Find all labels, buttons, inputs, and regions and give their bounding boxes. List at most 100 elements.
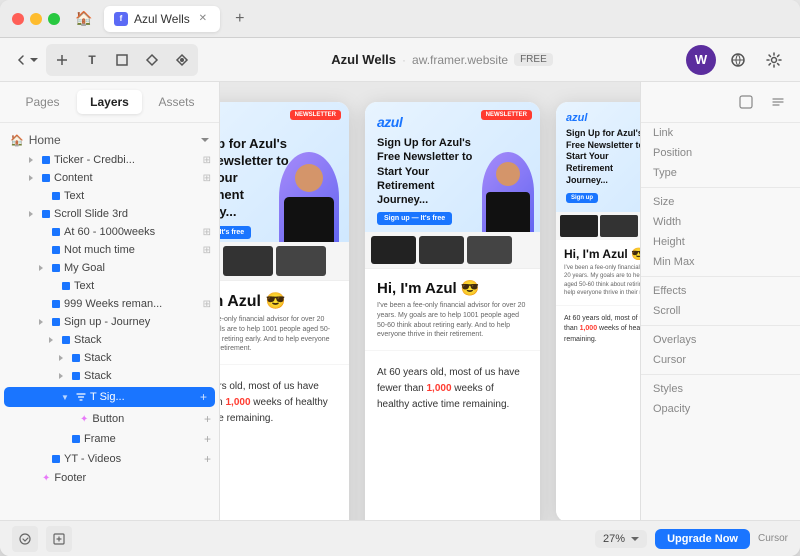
component-tool[interactable] — [138, 46, 166, 74]
left-sidebar: Pages Layers Assets 🏠 Home Ticker — [0, 82, 220, 520]
frame-content-1: azul NEWSLETTER Sign Up for Azul's Free … — [220, 102, 349, 520]
toggle-icon[interactable] — [26, 155, 36, 165]
more-tool[interactable] — [168, 46, 196, 74]
layer-item-ticker[interactable]: Ticker - Credbi... ⊞ — [0, 151, 219, 169]
zoom-value: 27% — [603, 533, 625, 545]
layer-item-stack2[interactable]: Stack — [0, 349, 219, 367]
text-tool[interactable]: T — [78, 46, 106, 74]
zoom-chevron — [631, 537, 639, 541]
layer-label: My Goal — [64, 262, 211, 274]
device-frame-3: azul NEWSLETTER Sign Up for Azul's Free … — [556, 102, 640, 520]
cta-button-3[interactable]: Sign up — [566, 193, 598, 203]
upgrade-button[interactable]: Upgrade Now — [655, 529, 750, 549]
layer-item-frame[interactable]: Frame + — [0, 429, 219, 449]
cta-button[interactable]: Sign up — It's free — [220, 226, 251, 239]
prop-width-label: Width — [653, 216, 681, 228]
minimize-button[interactable] — [30, 13, 42, 25]
toggle-icon[interactable] — [36, 263, 46, 273]
weeks-section-2: At 60 years old, most of us have fewer t… — [365, 350, 540, 427]
add-button[interactable]: + — [204, 452, 211, 466]
frame-tool[interactable] — [108, 46, 136, 74]
layer-label: Scroll Slide 3rd — [54, 208, 211, 220]
toggle-icon — [36, 299, 46, 309]
zoom-control[interactable]: 27% — [595, 530, 647, 548]
layer-item-ytvideos[interactable]: YT - Videos + — [0, 449, 219, 469]
layer-item-stack3[interactable]: Stack — [0, 367, 219, 385]
prop-height: Height — [641, 232, 800, 252]
panel-icon-2[interactable] — [764, 88, 792, 116]
browser-tab[interactable]: f Azul Wells ✕ — [104, 6, 220, 32]
layer-item-scroll3rd[interactable]: Scroll Slide 3rd — [0, 205, 219, 223]
add-button[interactable]: + — [204, 412, 211, 426]
layer-item-footer[interactable]: ✦ Footer — [0, 469, 219, 487]
video-thumb-2-2 — [419, 236, 464, 264]
add-button[interactable]: + — [204, 432, 211, 446]
toggle-icon — [36, 227, 46, 237]
tab-close-button[interactable]: ✕ — [196, 12, 210, 26]
toggle-icon[interactable] — [46, 335, 56, 345]
layer-item-text2[interactable]: Text — [0, 277, 219, 295]
layer-label: Footer — [54, 472, 211, 484]
bottom-tool-2[interactable] — [46, 526, 72, 552]
hero-section-2: azul NEWSLETTER Sign Up for Azul's Free … — [365, 102, 540, 232]
title-bar: 🏠 f Azul Wells ✕ + — [0, 0, 800, 38]
user-avatar[interactable]: W — [686, 45, 716, 75]
divider-1 — [641, 187, 800, 188]
hi-description-3: I've been a fee-only financial advisor f… — [564, 264, 640, 298]
layer-item-text1[interactable]: Text — [0, 187, 219, 205]
add-tool[interactable] — [48, 46, 76, 74]
cursor-label: Cursor — [758, 533, 788, 544]
close-button[interactable] — [12, 13, 24, 25]
add-button[interactable]: + — [200, 390, 207, 404]
bottom-left — [12, 526, 72, 552]
prop-type: Type — [641, 163, 800, 183]
layer-item-signup[interactable]: Sign up - Journey — [0, 313, 219, 331]
home-section-header[interactable]: 🏠 Home — [0, 129, 219, 151]
tab-pages[interactable]: Pages — [10, 90, 75, 114]
layer-label: Content — [54, 172, 199, 184]
toggle-icon[interactable] — [56, 371, 66, 381]
layer-type-icon — [72, 435, 80, 443]
layer-item-sig-selected[interactable]: ▼ T Sig... + — [4, 387, 215, 407]
layer-item-notmuch[interactable]: Not much time ⊞ — [0, 241, 219, 259]
settings-icon[interactable] — [760, 46, 788, 74]
tab-layers[interactable]: Layers — [77, 90, 142, 114]
layer-item-999weeks[interactable]: 999 Weeks reman... ⊞ — [0, 295, 219, 313]
back-button[interactable] — [12, 46, 40, 74]
layer-label: At 60 - 1000weeks — [64, 226, 199, 238]
filter-icon — [76, 392, 86, 402]
toggle-icon[interactable] — [26, 173, 36, 183]
toggle-icon[interactable] — [26, 209, 36, 219]
new-tab-button[interactable]: + — [228, 7, 252, 31]
hero-title-3: Sign Up for Azul's Free Newsletter to St… — [566, 128, 640, 186]
sidebar-layers-list: 🏠 Home Ticker - Credbi... ⊞ Content — [0, 123, 219, 520]
weeks-section: At 60 years old, most of us have fewer t… — [220, 364, 349, 441]
cta-button-2[interactable]: Sign up — It's free — [377, 212, 452, 225]
layer-item-stack1[interactable]: Stack — [0, 331, 219, 349]
toggle-icon[interactable] — [36, 317, 46, 327]
toggle-icon[interactable]: ▼ — [60, 392, 70, 402]
brand-logo-3: azul — [566, 112, 640, 124]
hero-section-3: azul NEWSLETTER Sign Up for Azul's Free … — [556, 102, 640, 212]
tab-assets[interactable]: Assets — [144, 90, 209, 114]
bottom-right: 27% Upgrade Now Cursor — [595, 529, 788, 549]
layer-item-button[interactable]: ✦ Button + — [0, 409, 219, 429]
layer-item-content[interactable]: Content ⊞ — [0, 169, 219, 187]
layer-type-icon — [52, 228, 60, 236]
right-panel: Link Position Type Size Width Height — [640, 82, 800, 520]
video-thumb-2-1 — [371, 236, 416, 264]
panel-icon-1[interactable] — [732, 88, 760, 116]
toggle-icon[interactable] — [56, 353, 66, 363]
home-icon[interactable]: 🏠 — [72, 7, 96, 31]
layer-label: Text — [64, 190, 211, 202]
layer-item-at60[interactable]: At 60 - 1000weeks ⊞ — [0, 223, 219, 241]
globe-icon[interactable] — [724, 46, 752, 74]
layer-item-mygoal[interactable]: My Goal — [0, 259, 219, 277]
canvas-area[interactable]: azul NEWSLETTER Sign Up for Azul's Free … — [220, 82, 640, 520]
bottom-tool-1[interactable] — [12, 526, 38, 552]
maximize-button[interactable] — [48, 13, 60, 25]
toggle-icon — [36, 245, 46, 255]
prop-size: Size — [641, 192, 800, 212]
avatar-container-2 — [482, 152, 537, 232]
device-frame-2: azul NEWSLETTER Sign Up for Azul's Free … — [365, 102, 540, 520]
